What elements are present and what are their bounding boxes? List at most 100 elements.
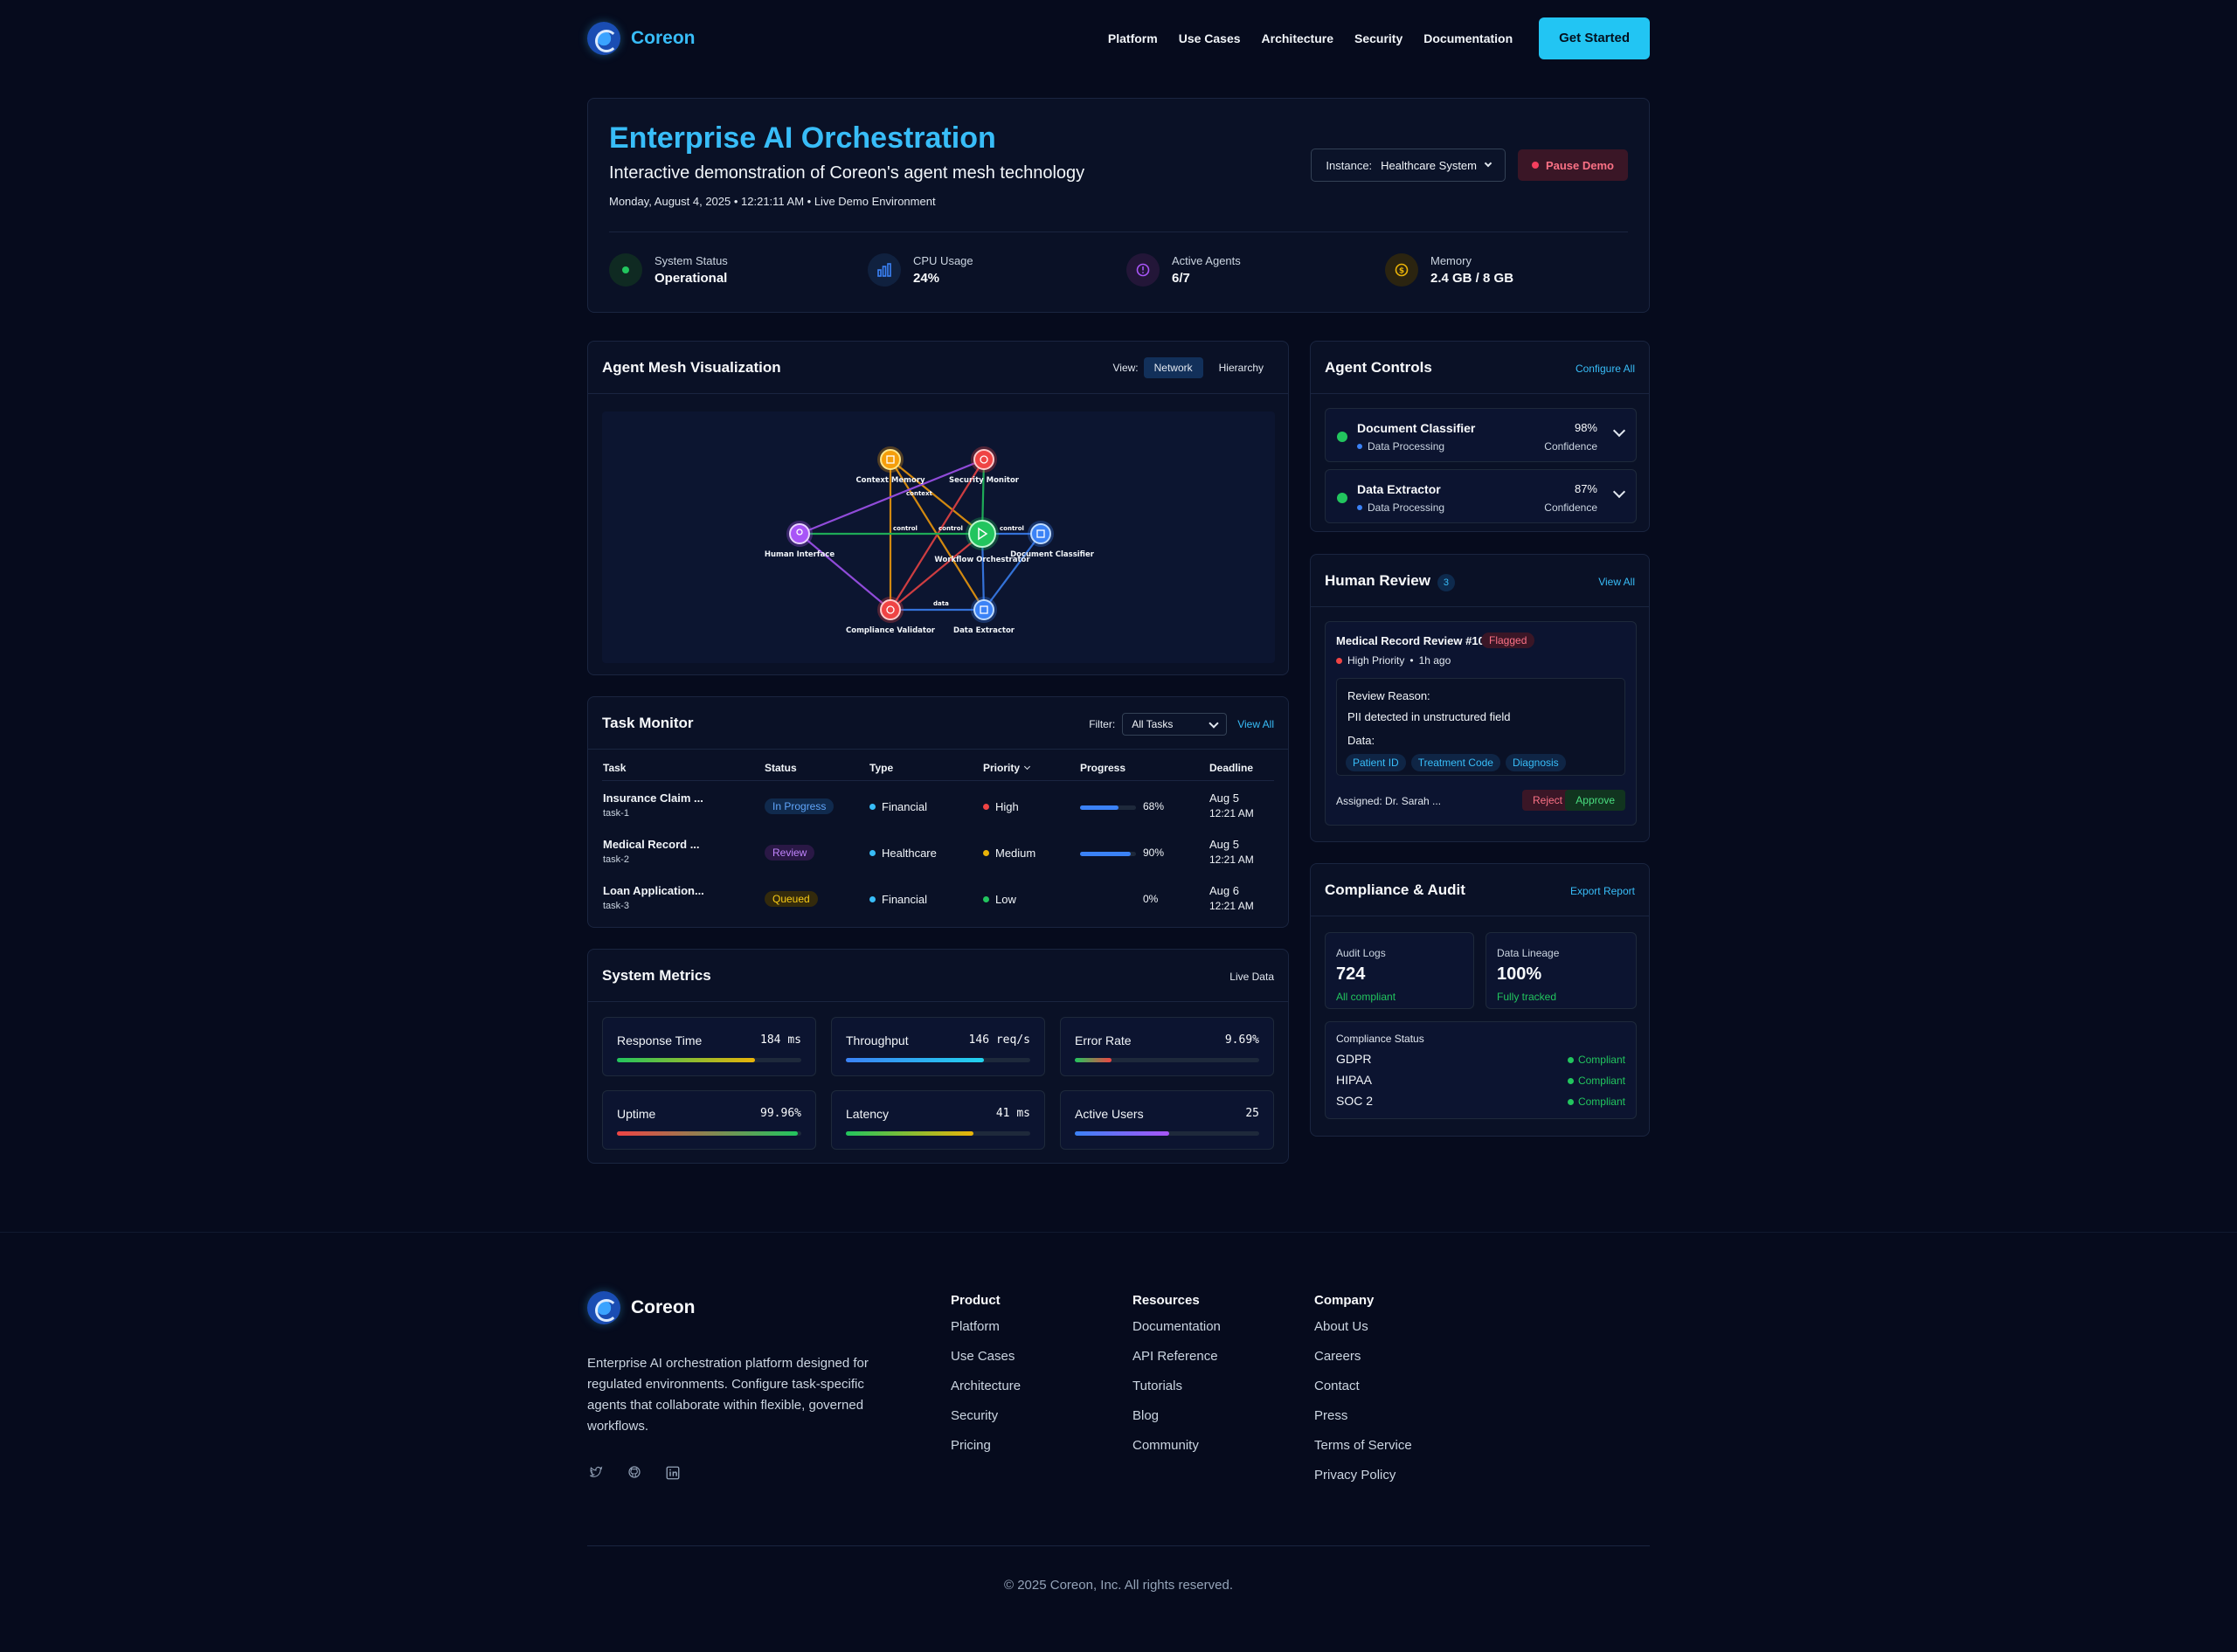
nav-link-platform[interactable]: Platform <box>1108 31 1158 45</box>
coreon-logo-icon <box>587 22 620 55</box>
footer-link[interactable]: Tutorials <box>1132 1379 1221 1393</box>
check-dot-icon <box>1567 1056 1574 1063</box>
column-header-progress[interactable]: Progress <box>1080 762 1125 774</box>
instance-value: Healthcare System <box>1381 158 1477 172</box>
mesh-node-security-monitor[interactable]: Security Monitor <box>949 446 1020 485</box>
reason-label: Review Reason: <box>1347 689 1430 702</box>
column-header-priority[interactable]: Priority <box>983 762 1031 774</box>
review-item[interactable]: Medical Record Review #103 Flagged High … <box>1325 621 1637 826</box>
brand-logo[interactable]: Coreon <box>587 22 696 55</box>
agent-card-data-extractor[interactable]: Data Extractor Data Processing 87% Confi… <box>1325 469 1637 523</box>
task-id: task-2 <box>603 854 629 865</box>
table-divider <box>602 780 1274 781</box>
metric-value: 184 ms <box>760 1033 801 1047</box>
progress-text: 0% <box>1143 893 1159 905</box>
view-all-reviews-link[interactable]: View All <box>1598 576 1635 588</box>
instance-select[interactable]: Instance: Healthcare System <box>1311 149 1506 182</box>
audit-logs-sub: All compliant <box>1336 991 1396 1003</box>
task-type: Healthcare <box>869 847 937 860</box>
column-header-status[interactable]: Status <box>765 762 797 774</box>
view-network-button[interactable]: Network <box>1143 357 1203 378</box>
stat-memory: $ Memory 2.4 GB / 8 GB <box>1385 253 1513 287</box>
chevron-down-icon[interactable] <box>1612 485 1626 499</box>
footer-bottom-divider <box>587 1545 1650 1546</box>
approve-button[interactable]: Approve <box>1565 790 1625 811</box>
instance-label: Instance: <box>1326 158 1373 172</box>
view-all-tasks-link[interactable]: View All <box>1237 718 1274 730</box>
edge-label: data <box>933 600 949 607</box>
live-data-label: Live Data <box>1229 971 1274 983</box>
agent-active-dot <box>1337 493 1347 503</box>
human-review-panel: Human Review 3 View All Medical Record Re… <box>1310 554 1650 842</box>
mesh-node-data-extractor[interactable]: Data Extractor <box>953 597 1015 635</box>
footer-link[interactable]: Terms of Service <box>1314 1438 1412 1453</box>
footer-link[interactable]: Careers <box>1314 1349 1412 1364</box>
panel-header: Compliance & Audit Export Report <box>1311 864 1649 916</box>
footer-divider <box>0 1232 2237 1233</box>
pause-demo-label: Pause Demo <box>1545 158 1614 172</box>
nav-link-documentation[interactable]: Documentation <box>1423 31 1513 45</box>
get-started-button[interactable]: Get Started <box>1539 17 1650 59</box>
panel-header: Agent Mesh Visualization View: Network H… <box>588 342 1288 394</box>
footer-description: Enterprise AI orchestration platform des… <box>587 1356 869 1434</box>
column-header-task[interactable]: Task <box>603 762 626 774</box>
agent-confidence-value: 98% <box>1574 421 1597 434</box>
agent-card-document-classifier[interactable]: Document Classifier Data Processing 98% … <box>1325 408 1637 462</box>
nav-link-architecture[interactable]: Architecture <box>1262 31 1333 45</box>
data-label: Data: <box>1347 734 1375 747</box>
footer-link[interactable]: API Reference <box>1132 1349 1221 1364</box>
stat-label: Memory <box>1430 254 1472 267</box>
task-priority: High <box>983 800 1019 813</box>
linkedin-icon[interactable] <box>663 1465 682 1484</box>
progress-bar <box>1080 852 1136 856</box>
top-nav: Coreon Platform Use Cases Architecture S… <box>587 17 1650 59</box>
footer-link[interactable]: Use Cases <box>951 1349 1021 1364</box>
footer-link[interactable]: Contact <box>1314 1379 1412 1393</box>
footer-brand[interactable]: Coreon <box>587 1291 696 1324</box>
nav-link-security[interactable]: Security <box>1354 31 1402 45</box>
stat-value: 24% <box>913 271 940 286</box>
table-row[interactable]: Loan Application... task-3 Queued Financ… <box>588 875 1288 922</box>
column-header-type[interactable]: Type <box>869 762 893 774</box>
compliance-row-soc2: SOC 2 Compliant <box>1336 1094 1625 1108</box>
configure-all-link[interactable]: Configure All <box>1576 363 1635 375</box>
nav-link-use-cases[interactable]: Use Cases <box>1179 31 1241 45</box>
review-count-badge: 3 <box>1437 574 1455 591</box>
table-row[interactable]: Medical Record ... task-2 Review Healthc… <box>588 829 1288 875</box>
footer-link[interactable]: Architecture <box>951 1379 1021 1393</box>
footer-link[interactable]: Community <box>1132 1438 1221 1453</box>
footer-link[interactable]: Press <box>1314 1408 1412 1423</box>
footer-link[interactable]: Pricing <box>951 1438 1021 1453</box>
footer-link[interactable]: Platform <box>951 1319 1021 1334</box>
table-row[interactable]: Insurance Claim ... task-1 In Progress F… <box>588 783 1288 829</box>
footer-link[interactable]: Blog <box>1132 1408 1221 1423</box>
check-dot-icon <box>1567 1098 1574 1105</box>
mesh-canvas[interactable]: context control control control data Con… <box>602 411 1275 663</box>
mesh-node-context-memory[interactable]: Context Memory <box>855 446 925 485</box>
deadline-date: Aug 5 <box>1209 791 1239 805</box>
agent-confidence-value: 87% <box>1574 482 1597 495</box>
column-header-deadline[interactable]: Deadline <box>1209 762 1253 774</box>
filter-select[interactable]: All Tasks <box>1122 713 1228 736</box>
export-report-link[interactable]: Export Report <box>1570 885 1635 897</box>
audit-logs-card: Audit Logs 724 All compliant <box>1325 932 1474 1009</box>
deadline-time: 12:21 AM <box>1209 854 1254 866</box>
view-hierarchy-button[interactable]: Hierarchy <box>1209 357 1274 378</box>
clock-icon <box>1126 253 1160 287</box>
priority-dot-icon <box>1336 657 1342 664</box>
pause-demo-button[interactable]: Pause Demo <box>1517 149 1628 181</box>
agent-mesh-panel: Agent Mesh Visualization View: Network H… <box>587 341 1289 675</box>
twitter-icon[interactable] <box>586 1465 606 1484</box>
footer-link[interactable]: Security <box>951 1408 1021 1423</box>
footer-link[interactable]: Privacy Policy <box>1314 1468 1412 1483</box>
mesh-node-human-interface[interactable]: Human Interface <box>765 521 835 559</box>
agent-active-dot <box>1337 432 1347 442</box>
data-lineage-value: 100% <box>1497 964 1542 984</box>
github-icon[interactable] <box>625 1465 644 1484</box>
metric-active-users: Active Users 25 <box>1060 1090 1274 1150</box>
status-badge: Review <box>765 845 815 861</box>
footer-link[interactable]: Documentation <box>1132 1319 1221 1334</box>
mesh-node-compliance-validator[interactable]: Compliance Validator <box>846 597 936 635</box>
footer-link[interactable]: About Us <box>1314 1319 1412 1334</box>
chevron-down-icon[interactable] <box>1612 424 1626 438</box>
